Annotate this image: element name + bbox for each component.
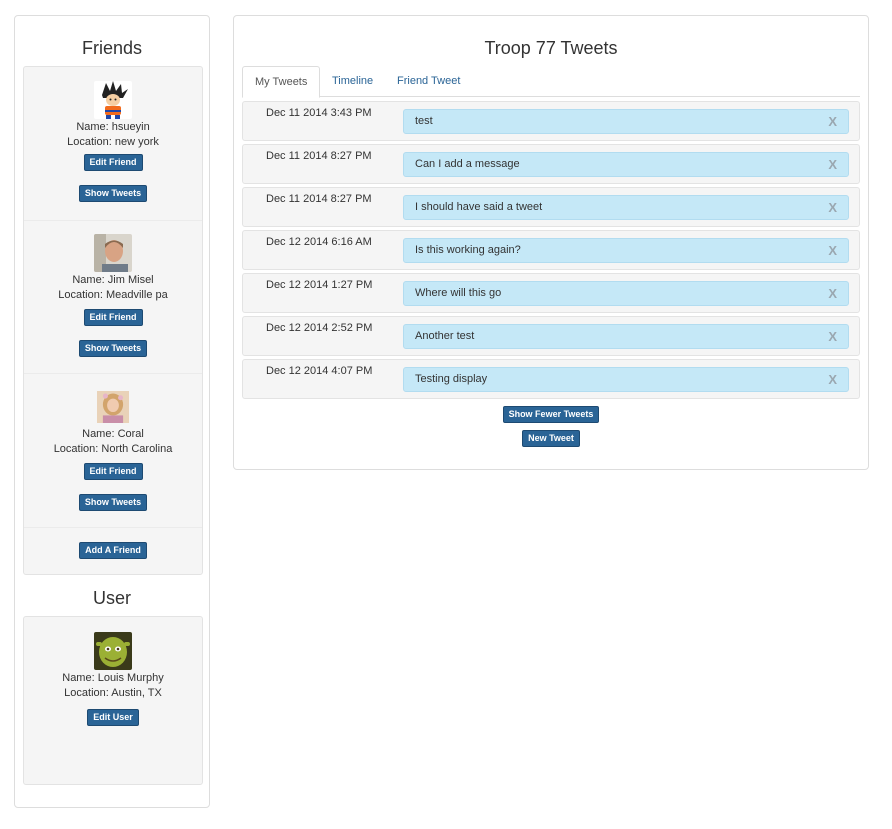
friend-name: Name: Jim Misel <box>72 274 154 286</box>
sidebar-panel: Friends Name: hsueyin Location: new york… <box>14 15 210 808</box>
tweet-date: Dec 12 2014 6:16 AM <box>266 236 372 248</box>
edit-friend-button[interactable]: Edit Friend <box>83 309 143 326</box>
tweet-row: Dec 11 2014 8:27 PM Can I add a message … <box>242 144 860 184</box>
tab-timeline[interactable]: Timeline <box>320 66 385 97</box>
friend-name: Name: hsueyin <box>76 121 150 133</box>
add-friend-row: Add A Friend <box>24 528 202 574</box>
tweet-row: Dec 11 2014 3:43 PM test X <box>242 101 860 141</box>
tweet-actions: Show Fewer Tweets <box>234 406 868 423</box>
tweet-message: test X <box>403 109 849 134</box>
friend-location: Location: Meadville pa <box>58 289 168 301</box>
tweet-date: Dec 11 2014 8:27 PM <box>266 193 372 205</box>
tweet-row: Dec 12 2014 6:16 AM Is this working agai… <box>242 230 860 270</box>
friend-avatar-goku[interactable] <box>94 81 132 119</box>
tweet-date: Dec 11 2014 8:27 PM <box>266 150 372 162</box>
tweet-date: Dec 12 2014 1:27 PM <box>266 279 373 291</box>
user-heading: User <box>92 588 131 608</box>
page-title: Troop 77 Tweets <box>484 38 618 58</box>
tweet-text: Another test <box>415 330 475 342</box>
delete-tweet-icon[interactable]: X <box>828 110 837 133</box>
tweet-date: Dec 12 2014 4:07 PM <box>266 365 373 377</box>
new-tweet-button[interactable]: New Tweet <box>522 430 580 447</box>
friend-location: Location: new york <box>67 136 159 148</box>
edit-friend-button[interactable]: Edit Friend <box>83 463 143 480</box>
tab-my-tweets[interactable]: My Tweets <box>242 66 321 98</box>
tweet-date: Dec 12 2014 2:52 PM <box>266 322 373 334</box>
tweet-text: Testing display <box>415 373 488 385</box>
delete-tweet-icon[interactable]: X <box>828 325 837 348</box>
tweet-text: test <box>415 115 433 127</box>
tab-friend-tweet[interactable]: Friend Tweet <box>385 66 472 97</box>
new-tweet-row: New Tweet <box>234 430 868 447</box>
user-avatar-shrek[interactable] <box>94 632 132 670</box>
tweet-text: Is this working again? <box>415 244 521 256</box>
show-tweets-button[interactable]: Show Tweets <box>78 494 148 511</box>
tweet-row: Dec 12 2014 2:52 PM Another test X <box>242 316 860 356</box>
tweet-text: Where will this go <box>415 287 502 299</box>
show-fewer-tweets-button[interactable]: Show Fewer Tweets <box>502 406 600 423</box>
tweet-tabs: My Tweets Timeline Friend Tweet <box>242 66 860 98</box>
edit-user-button[interactable]: Edit User <box>87 709 139 726</box>
friend-card: Name: Coral Location: North Carolina Edi… <box>24 374 202 528</box>
friend-avatar-photo[interactable] <box>94 234 132 272</box>
tweet-message: Testing display X <box>403 367 849 392</box>
delete-tweet-icon[interactable]: X <box>828 239 837 262</box>
edit-friend-button[interactable]: Edit Friend <box>83 154 143 171</box>
tweet-message: I should have said a tweet X <box>403 195 849 220</box>
tweet-row: Dec 12 2014 4:07 PM Testing display X <box>242 359 860 399</box>
friend-card: Name: hsueyin Location: new york Edit Fr… <box>24 67 202 221</box>
friend-location: Location: North Carolina <box>53 443 173 455</box>
user-card: Name: Louis Murphy Location: Austin, TX … <box>23 616 203 785</box>
delete-tweet-icon[interactable]: X <box>828 368 837 391</box>
friend-name: Name: Coral <box>82 428 144 440</box>
friend-card: Name: Jim Misel Location: Meadville pa E… <box>24 221 202 374</box>
friends-heading: Friends <box>81 38 143 58</box>
delete-tweet-icon[interactable]: X <box>828 196 837 219</box>
tweet-row: Dec 12 2014 1:27 PM Where will this go X <box>242 273 860 313</box>
friend-avatar-photo[interactable] <box>97 388 129 426</box>
tweet-text: Can I add a message <box>415 158 520 170</box>
show-tweets-button[interactable]: Show Tweets <box>78 185 148 202</box>
tweet-message: Can I add a message X <box>403 152 849 177</box>
delete-tweet-icon[interactable]: X <box>828 153 837 176</box>
add-friend-button[interactable]: Add A Friend <box>79 542 147 559</box>
tweet-date: Dec 11 2014 3:43 PM <box>266 107 372 119</box>
tweet-message: Where will this go X <box>403 281 849 306</box>
tweet-message: Another test X <box>403 324 849 349</box>
tweets-panel: Troop 77 Tweets My Tweets Timeline Frien… <box>233 15 869 470</box>
tweet-message: Is this working again? X <box>403 238 849 263</box>
user-location: Location: Austin, TX <box>64 687 162 699</box>
user-profile: Name: Louis Murphy Location: Austin, TX … <box>24 617 202 754</box>
friends-list: Name: hsueyin Location: new york Edit Fr… <box>23 66 203 575</box>
tweet-text: I should have said a tweet <box>415 201 543 213</box>
user-name: Name: Louis Murphy <box>62 672 164 684</box>
show-tweets-button[interactable]: Show Tweets <box>78 340 148 357</box>
tweet-row: Dec 11 2014 8:27 PM I should have said a… <box>242 187 860 227</box>
delete-tweet-icon[interactable]: X <box>828 282 837 305</box>
